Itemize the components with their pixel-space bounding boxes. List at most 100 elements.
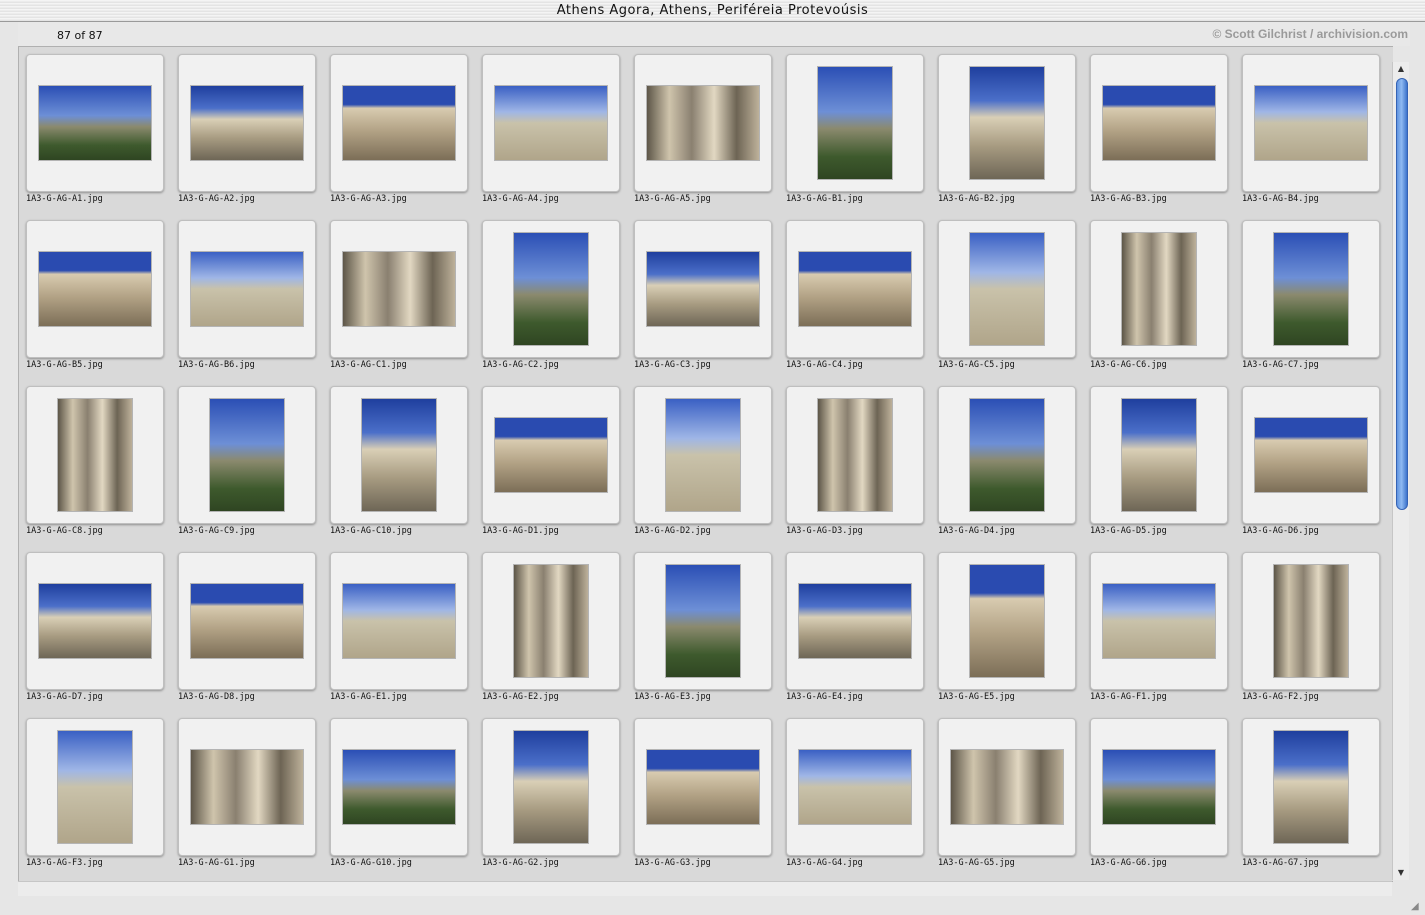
vertical-scrollbar[interactable]: ▲ ▼ <box>1392 62 1409 880</box>
slide-frame[interactable] <box>330 54 468 192</box>
slide-frame[interactable] <box>482 54 620 192</box>
slide-frame[interactable] <box>26 552 164 690</box>
thumbnail-item[interactable]: 1A3-G-AG-G6.jpg <box>1090 718 1242 878</box>
thumbnail-item[interactable]: 1A3-G-AG-C7.jpg <box>1242 220 1393 380</box>
thumbnail-item[interactable]: 1A3-G-AG-C3.jpg <box>634 220 786 380</box>
slide-frame[interactable] <box>178 718 316 856</box>
thumbnail-image[interactable] <box>799 584 911 658</box>
thumbnail-item[interactable]: 1A3-G-AG-G4.jpg <box>786 718 938 878</box>
thumbnail-image[interactable] <box>970 399 1044 511</box>
thumbnail-image[interactable] <box>191 252 303 326</box>
thumbnail-item[interactable]: 1A3-G-AG-D4.jpg <box>938 386 1090 546</box>
slide-frame[interactable] <box>938 718 1076 856</box>
slide-frame[interactable] <box>1090 220 1228 358</box>
thumbnail-image[interactable] <box>343 86 455 160</box>
slide-frame[interactable] <box>634 386 772 524</box>
slide-frame[interactable] <box>938 220 1076 358</box>
slide-frame[interactable] <box>482 718 620 856</box>
thumbnail-item[interactable]: 1A3-G-AG-A3.jpg <box>330 54 482 214</box>
thumbnail-item[interactable]: 1A3-G-AG-G7.jpg <box>1242 718 1393 878</box>
slide-frame[interactable] <box>482 552 620 690</box>
thumbnail-image[interactable] <box>514 233 588 345</box>
thumbnail-image[interactable] <box>514 565 588 677</box>
slide-frame[interactable] <box>482 386 620 524</box>
thumbnail-image[interactable] <box>951 750 1063 824</box>
thumbnail-image[interactable] <box>1103 86 1215 160</box>
thumbnail-item[interactable]: 1A3-G-AG-C9.jpg <box>178 386 330 546</box>
thumbnail-image[interactable] <box>39 86 151 160</box>
thumbnail-item[interactable]: 1A3-G-AG-C2.jpg <box>482 220 634 380</box>
thumbnail-image[interactable] <box>495 86 607 160</box>
slide-frame[interactable] <box>178 552 316 690</box>
thumbnail-image[interactable] <box>343 584 455 658</box>
thumbnail-image[interactable] <box>343 252 455 326</box>
slide-frame[interactable] <box>26 718 164 856</box>
thumbnail-image[interactable] <box>647 252 759 326</box>
thumbnail-item[interactable]: 1A3-G-AG-E3.jpg <box>634 552 786 712</box>
thumbnail-image[interactable] <box>58 731 132 843</box>
thumbnail-item[interactable]: 1A3-G-AG-B3.jpg <box>1090 54 1242 214</box>
slide-frame[interactable] <box>1242 54 1380 192</box>
thumbnail-item[interactable]: 1A3-G-AG-C6.jpg <box>1090 220 1242 380</box>
thumbnail-item[interactable]: 1A3-G-AG-G10.jpg <box>330 718 482 878</box>
resize-grip-icon[interactable]: ◢ <box>1411 901 1423 913</box>
thumbnail-image[interactable] <box>647 86 759 160</box>
slide-frame[interactable] <box>786 552 924 690</box>
thumbnail-item[interactable]: 1A3-G-AG-A4.jpg <box>482 54 634 214</box>
thumbnail-image[interactable] <box>39 252 151 326</box>
thumbnail-image[interactable] <box>647 750 759 824</box>
thumbnail-item[interactable]: 1A3-G-AG-D2.jpg <box>634 386 786 546</box>
thumbnail-item[interactable]: 1A3-G-AG-G1.jpg <box>178 718 330 878</box>
thumbnail-image[interactable] <box>39 584 151 658</box>
thumbnail-item[interactable]: 1A3-G-AG-B2.jpg <box>938 54 1090 214</box>
slide-frame[interactable] <box>1242 718 1380 856</box>
thumbnail-item[interactable]: 1A3-G-AG-C1.jpg <box>330 220 482 380</box>
slide-frame[interactable] <box>634 552 772 690</box>
thumbnail-item[interactable]: 1A3-G-AG-B5.jpg <box>26 220 178 380</box>
slide-frame[interactable] <box>938 552 1076 690</box>
slide-frame[interactable] <box>178 54 316 192</box>
thumbnail-item[interactable]: 1A3-G-AG-D3.jpg <box>786 386 938 546</box>
thumbnail-item[interactable]: 1A3-G-AG-C8.jpg <box>26 386 178 546</box>
thumbnail-image[interactable] <box>799 750 911 824</box>
slide-frame[interactable] <box>26 386 164 524</box>
thumbnail-image[interactable] <box>58 399 132 511</box>
thumbnail-item[interactable]: 1A3-G-AG-F1.jpg <box>1090 552 1242 712</box>
scroll-thumb[interactable] <box>1396 78 1408 510</box>
thumbnail-item[interactable]: 1A3-G-AG-D1.jpg <box>482 386 634 546</box>
thumbnail-image[interactable] <box>1122 399 1196 511</box>
slide-frame[interactable] <box>1242 552 1380 690</box>
slide-frame[interactable] <box>786 220 924 358</box>
slide-frame[interactable] <box>330 552 468 690</box>
slide-frame[interactable] <box>26 54 164 192</box>
thumbnail-image[interactable] <box>666 399 740 511</box>
arrow-up-icon[interactable]: ▲ <box>1393 62 1409 76</box>
thumbnail-item[interactable]: 1A3-G-AG-C4.jpg <box>786 220 938 380</box>
slide-frame[interactable] <box>482 220 620 358</box>
arrow-down-icon[interactable]: ▼ <box>1393 866 1409 880</box>
thumbnail-image[interactable] <box>362 399 436 511</box>
thumbnail-item[interactable]: 1A3-G-AG-E1.jpg <box>330 552 482 712</box>
thumbnail-item[interactable]: 1A3-G-AG-E2.jpg <box>482 552 634 712</box>
thumbnail-item[interactable]: 1A3-G-AG-B6.jpg <box>178 220 330 380</box>
thumbnail-image[interactable] <box>970 565 1044 677</box>
slide-frame[interactable] <box>1242 386 1380 524</box>
thumbnail-image[interactable] <box>1255 86 1367 160</box>
slide-frame[interactable] <box>938 54 1076 192</box>
thumbnail-image[interactable] <box>191 750 303 824</box>
thumbnail-item[interactable]: 1A3-G-AG-D7.jpg <box>26 552 178 712</box>
thumbnail-image[interactable] <box>970 233 1044 345</box>
slide-frame[interactable] <box>786 718 924 856</box>
thumbnail-item[interactable]: 1A3-G-AG-B1.jpg <box>786 54 938 214</box>
thumbnail-item[interactable]: 1A3-G-AG-C5.jpg <box>938 220 1090 380</box>
slide-frame[interactable] <box>1090 54 1228 192</box>
thumbnail-item[interactable]: 1A3-G-AG-D6.jpg <box>1242 386 1393 546</box>
thumbnail-image[interactable] <box>343 750 455 824</box>
thumbnail-item[interactable]: 1A3-G-AG-F3.jpg <box>26 718 178 878</box>
slide-frame[interactable] <box>178 220 316 358</box>
thumbnail-item[interactable]: 1A3-G-AG-E5.jpg <box>938 552 1090 712</box>
slide-frame[interactable] <box>938 386 1076 524</box>
slide-frame[interactable] <box>26 220 164 358</box>
thumbnail-image[interactable] <box>210 399 284 511</box>
thumbnail-image[interactable] <box>1103 584 1215 658</box>
